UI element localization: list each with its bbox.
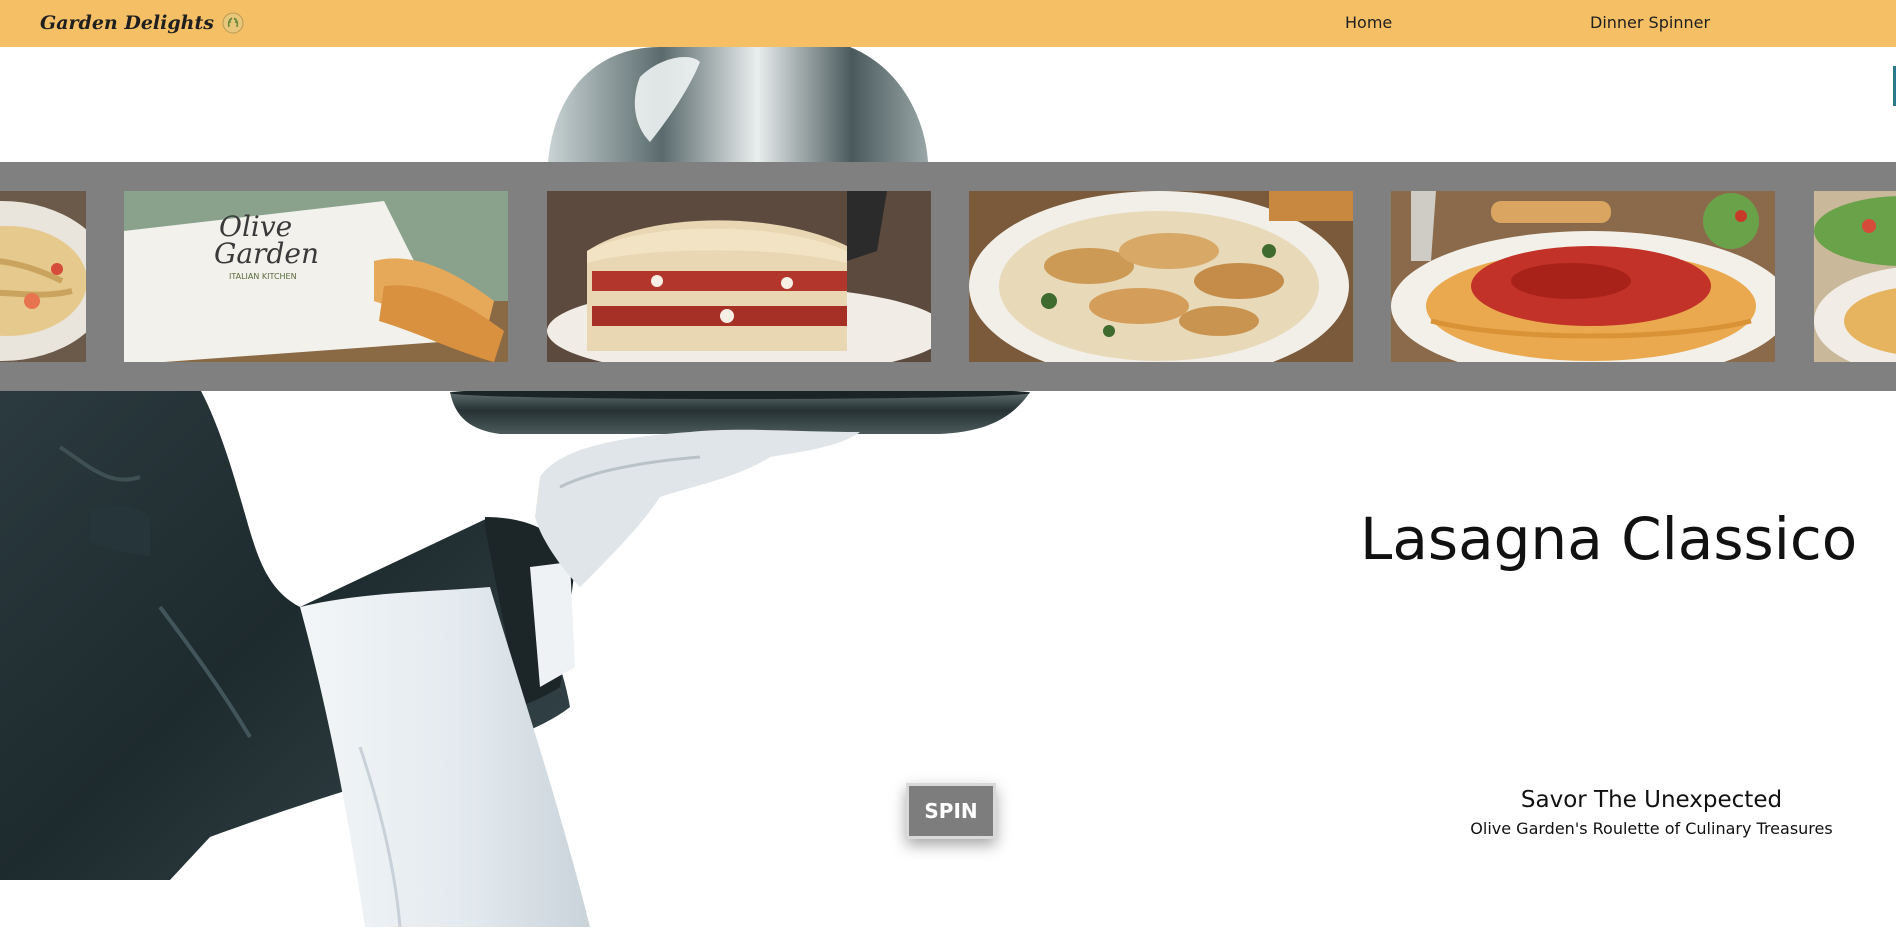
tagline: Savor The Unexpected Olive Garden's Roul… (1430, 785, 1873, 841)
laurel-icon (222, 12, 244, 34)
selected-dish-title: Lasagna Classico (1360, 505, 1858, 573)
carousel-item-breadsticks[interactable]: Olive Garden ITALIAN KITCHEN (124, 191, 508, 362)
carousel-item-lasagna[interactable] (547, 191, 931, 362)
spin-button[interactable]: SPIN (906, 783, 996, 839)
carousel-item-pasta[interactable] (0, 191, 86, 362)
navbar: Garden Delights Home Dinner Spinner (0, 0, 1896, 47)
carousel-item-salad[interactable] (1814, 191, 1896, 362)
brand[interactable]: Garden Delights (40, 11, 244, 35)
svg-text:Garden: Garden (214, 237, 319, 270)
nav-dinner-spinner-link[interactable]: Dinner Spinner (1590, 13, 1710, 32)
nav-home-link[interactable]: Home (1345, 13, 1392, 32)
carousel-item-chicken-fettuccine[interactable] (969, 191, 1353, 362)
carousel-item-spaghetti[interactable] (1391, 191, 1775, 362)
svg-text:ITALIAN KITCHEN: ITALIAN KITCHEN (229, 272, 297, 281)
food-carousel[interactable]: Olive Garden ITALIAN KITCHEN (0, 162, 1896, 391)
brand-name: Garden Delights (40, 12, 214, 34)
tagline-title: Savor The Unexpected (1520, 787, 1783, 813)
tagline-subtitle: Olive Garden's Roulette of Culinary Trea… (1470, 819, 1833, 838)
